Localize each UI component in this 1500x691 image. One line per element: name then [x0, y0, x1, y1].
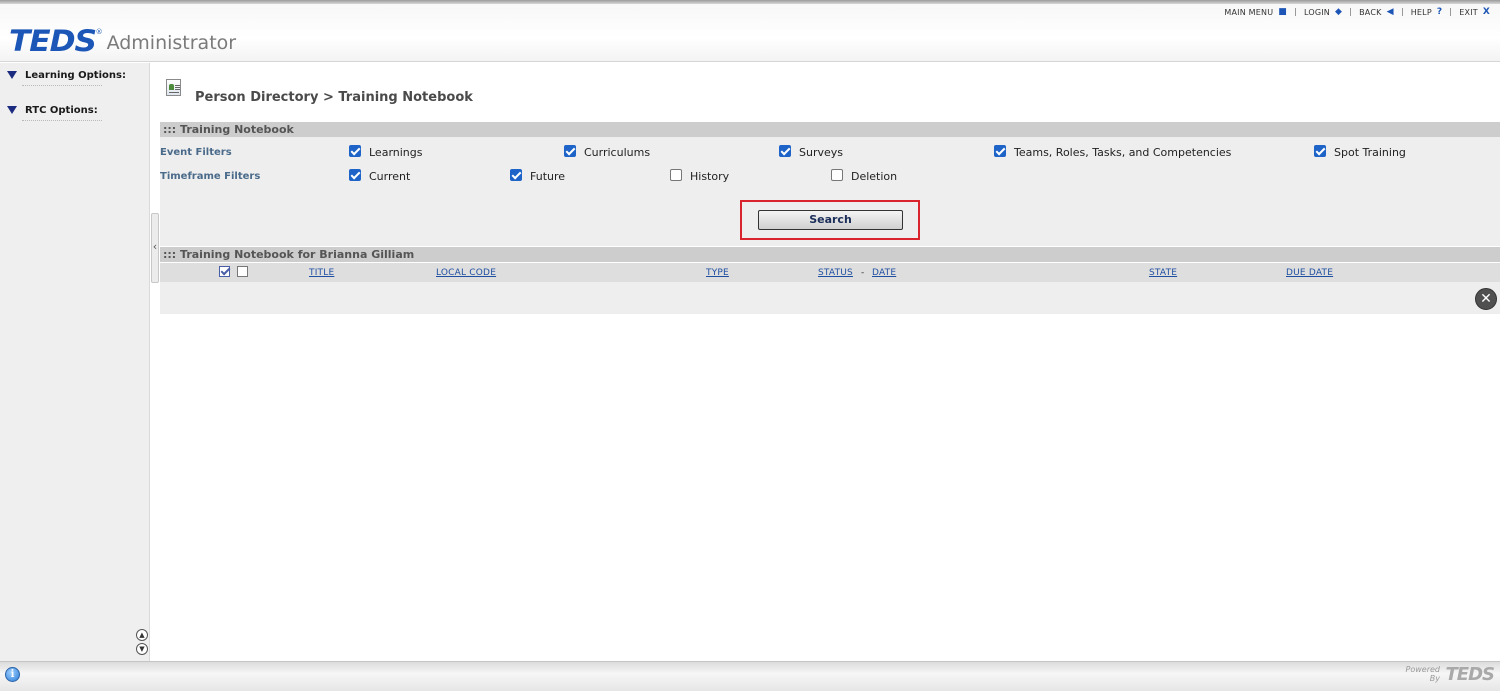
- dotted-divider: [22, 85, 102, 103]
- section-header-results: ::: Training Notebook for Brianna Gillia…: [160, 247, 1500, 262]
- main-menu-link[interactable]: MAIN MENU ■: [1224, 6, 1287, 17]
- back-label: BACK: [1359, 7, 1382, 17]
- close-icon[interactable]: ✕: [1475, 288, 1497, 310]
- filter-label: Spot Training: [1334, 146, 1406, 159]
- filter-curriculums-checkbox[interactable]: Curriculums: [564, 144, 651, 159]
- checkbox-checked-icon: [1314, 144, 1326, 157]
- column-title[interactable]: TITLE: [309, 268, 334, 278]
- powered-line1: Powered: [1405, 665, 1440, 674]
- exit-x-icon: X: [1482, 6, 1490, 17]
- filter-current-checkbox[interactable]: Current: [349, 168, 411, 183]
- sidebar-group-label: Learning Options:: [25, 69, 126, 81]
- filter-label: Current: [369, 170, 411, 183]
- scroll-up-icon[interactable]: ▲: [136, 629, 148, 641]
- column-date[interactable]: DATE: [872, 268, 896, 278]
- triangle-down-icon: [7, 71, 17, 79]
- square-icon: ■: [1278, 6, 1287, 17]
- filter-label: Future: [530, 170, 566, 183]
- sidebar-group-header[interactable]: Learning Options:: [7, 68, 149, 82]
- checkbox-checked-icon: [349, 144, 361, 157]
- filter-label: Surveys: [799, 146, 843, 159]
- filter-deletion-checkbox[interactable]: Deletion: [831, 168, 898, 183]
- checkbox-checked-icon: [564, 144, 576, 157]
- filter-label: History: [690, 170, 730, 183]
- main-content: Person Directory > Training Notebook :::…: [160, 63, 1500, 661]
- login-label: LOGIN: [1303, 7, 1330, 17]
- login-link[interactable]: LOGIN ◆: [1303, 6, 1343, 17]
- sidebar-group-learning[interactable]: Learning Options:: [0, 68, 149, 103]
- filter-teams-roles-checkbox[interactable]: Teams, Roles, Tasks, and Competencies: [994, 144, 1232, 159]
- search-button[interactable]: Search: [758, 210, 903, 230]
- checkbox-checked-icon: [994, 144, 1006, 157]
- select-none-checkbox[interactable]: [237, 266, 248, 277]
- exit-link[interactable]: EXIT X: [1459, 6, 1490, 17]
- info-icon[interactable]: i: [5, 667, 20, 682]
- filter-surveys-checkbox[interactable]: Surveys: [779, 144, 843, 159]
- sidebar-collapse-handle[interactable]: ‹: [151, 213, 159, 283]
- sidebar-group-rtc[interactable]: RTC Options:: [0, 103, 149, 138]
- main-menu-label: MAIN MENU: [1224, 7, 1274, 17]
- app-header: MAIN MENU ■ LOGIN ◆ BACK ◀ HELP ? EXIT X…: [0, 4, 1500, 62]
- checkbox-checked-icon: [349, 168, 361, 181]
- select-all-icon[interactable]: [219, 266, 230, 277]
- nav-divider: [1450, 8, 1452, 16]
- logo-mark: TEDS: [9, 24, 97, 58]
- column-status[interactable]: STATUS: [818, 268, 853, 278]
- exit-label: EXIT: [1459, 7, 1478, 17]
- results-column-header: TITLE LOCAL CODE TYPE STATUS - DATE STAT…: [160, 263, 1500, 282]
- event-filters-label: Event Filters: [160, 147, 232, 158]
- column-separator: -: [861, 268, 865, 278]
- triangle-down-icon: [7, 106, 17, 114]
- dotted-divider: [22, 120, 102, 138]
- app-subtitle: Administrator: [106, 32, 237, 54]
- nav-divider: [1294, 8, 1296, 16]
- filter-label: Teams, Roles, Tasks, and Competencies: [1014, 146, 1232, 159]
- app-footer: i Powered By TEDS: [0, 661, 1500, 691]
- back-arrow-icon: ◀: [1386, 6, 1394, 17]
- column-type[interactable]: TYPE: [706, 268, 729, 278]
- help-label: HELP: [1410, 7, 1432, 17]
- checkbox-unchecked-icon: [831, 168, 843, 181]
- question-icon: ?: [1436, 6, 1443, 17]
- column-state[interactable]: STATE: [1149, 268, 1177, 278]
- registered-mark: ®: [95, 28, 103, 36]
- section-header-training-notebook: ::: Training Notebook: [160, 122, 1500, 137]
- sidebar-group-header[interactable]: RTC Options:: [7, 103, 149, 117]
- filter-history-checkbox[interactable]: History: [670, 168, 730, 183]
- filter-label: Learnings: [369, 146, 423, 159]
- filter-future-checkbox[interactable]: Future: [510, 168, 566, 183]
- column-local-code[interactable]: LOCAL CODE: [436, 268, 496, 278]
- footer-logo: TEDS: [1445, 664, 1495, 685]
- sidebar-group-label: RTC Options:: [25, 104, 98, 116]
- checkbox-unchecked-icon: [670, 168, 682, 181]
- nav-divider: [1401, 8, 1403, 16]
- app-logo: TEDS ® Administrator: [9, 26, 236, 56]
- back-link[interactable]: BACK ◀: [1359, 6, 1394, 17]
- help-link[interactable]: HELP ?: [1410, 6, 1443, 17]
- person-card-icon: [166, 79, 181, 96]
- powered-by: Powered By: [1406, 665, 1440, 683]
- diamond-icon: ◆: [1334, 6, 1343, 17]
- powered-line2: By: [1429, 674, 1440, 683]
- timeframe-filters-label: Timeframe Filters: [160, 171, 261, 182]
- left-sidebar: Learning Options: RTC Options: ▲ ▼: [0, 63, 150, 661]
- filter-label: Deletion: [851, 170, 898, 183]
- top-nav: MAIN MENU ■ LOGIN ◆ BACK ◀ HELP ? EXIT X: [1224, 6, 1490, 18]
- filter-spot-training-checkbox[interactable]: Spot Training: [1314, 144, 1406, 159]
- column-due-date[interactable]: DUE DATE: [1286, 268, 1333, 278]
- results-area: ✕: [160, 282, 1500, 314]
- breadcrumb: Person Directory > Training Notebook: [195, 90, 473, 105]
- scroll-down-icon[interactable]: ▼: [136, 643, 148, 655]
- nav-divider: [1350, 8, 1352, 16]
- checkbox-checked-icon: [510, 168, 522, 181]
- filter-label: Curriculums: [584, 146, 651, 159]
- checkbox-checked-icon: [779, 144, 791, 157]
- filter-learnings-checkbox[interactable]: Learnings: [349, 144, 423, 159]
